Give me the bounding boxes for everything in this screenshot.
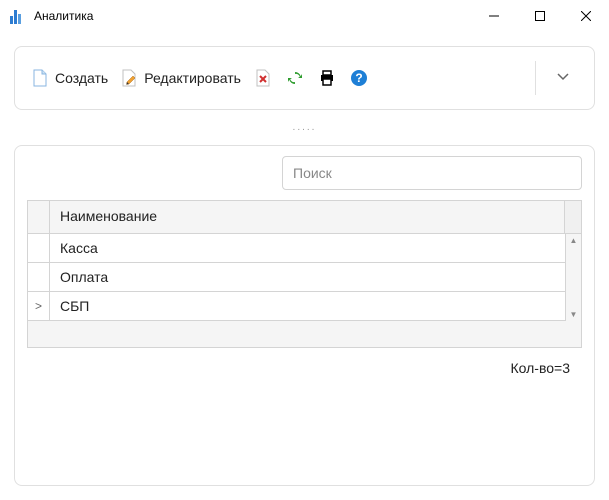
delete-button[interactable] bbox=[253, 68, 273, 88]
row-expand-cell bbox=[28, 263, 50, 291]
chevron-down-icon bbox=[556, 69, 570, 83]
delete-document-icon bbox=[254, 69, 272, 87]
grid-body: КассаОплата>СБП bbox=[28, 234, 565, 321]
minimize-button[interactable] bbox=[471, 0, 517, 32]
toolbar: Создать Редактировать bbox=[14, 46, 595, 110]
close-button[interactable] bbox=[563, 0, 609, 32]
svg-text:?: ? bbox=[355, 71, 362, 85]
scroll-up-arrow[interactable]: ▲ bbox=[566, 236, 581, 245]
window-controls bbox=[471, 0, 609, 32]
row-expand-cell bbox=[28, 234, 50, 262]
edit-label: Редактировать bbox=[144, 70, 241, 86]
row-name-cell: СБП bbox=[50, 292, 565, 320]
help-button[interactable]: ? bbox=[349, 68, 369, 88]
scroll-down-arrow[interactable]: ▼ bbox=[566, 310, 581, 319]
search-row bbox=[27, 156, 582, 190]
close-icon bbox=[581, 11, 591, 21]
create-label: Создать bbox=[55, 70, 108, 86]
table-row[interactable]: >СБП bbox=[28, 292, 565, 321]
count-label: Кол-во=3 bbox=[27, 348, 582, 380]
refresh-button[interactable] bbox=[285, 68, 305, 88]
titlebar: Аналитика bbox=[0, 0, 609, 32]
search-input[interactable] bbox=[282, 156, 582, 190]
toolbar-main: Создать Редактировать bbox=[31, 68, 531, 88]
edit-button[interactable]: Редактировать bbox=[120, 69, 241, 87]
content-area: Создать Редактировать bbox=[0, 32, 609, 500]
data-grid: Наименование КассаОплата>СБП ▲ ▼ bbox=[27, 200, 582, 348]
grid-scrollbar[interactable]: ▲ ▼ bbox=[565, 234, 581, 321]
grid-footer bbox=[28, 321, 581, 347]
splitter-handle[interactable]: ..... bbox=[14, 120, 595, 135]
refresh-icon bbox=[286, 69, 304, 87]
print-icon bbox=[318, 69, 336, 87]
grid-header-scroll-spacer bbox=[565, 201, 581, 233]
maximize-button[interactable] bbox=[517, 0, 563, 32]
grid-panel: Наименование КассаОплата>СБП ▲ ▼ Кол-во=… bbox=[14, 145, 595, 486]
toolbar-expand-button[interactable] bbox=[548, 65, 578, 92]
row-name-cell: Оплата bbox=[50, 263, 565, 291]
new-document-icon bbox=[31, 69, 49, 87]
maximize-icon bbox=[535, 11, 545, 21]
grid-header-name[interactable]: Наименование bbox=[50, 201, 565, 233]
grid-header-expand-col bbox=[28, 201, 50, 233]
toolbar-divider bbox=[535, 61, 536, 95]
minimize-icon bbox=[489, 11, 499, 21]
edit-document-icon bbox=[120, 69, 138, 87]
help-icon: ? bbox=[350, 69, 368, 87]
row-expand-cell[interactable]: > bbox=[28, 292, 50, 320]
app-window: Аналитика Создать bbox=[0, 0, 609, 500]
app-icon bbox=[10, 8, 26, 24]
table-row[interactable]: Касса bbox=[28, 234, 565, 263]
grid-header: Наименование bbox=[28, 201, 581, 234]
table-row[interactable]: Оплата bbox=[28, 263, 565, 292]
print-button[interactable] bbox=[317, 68, 337, 88]
create-button[interactable]: Создать bbox=[31, 69, 108, 87]
window-title: Аналитика bbox=[34, 9, 471, 23]
row-name-cell: Касса bbox=[50, 234, 565, 262]
